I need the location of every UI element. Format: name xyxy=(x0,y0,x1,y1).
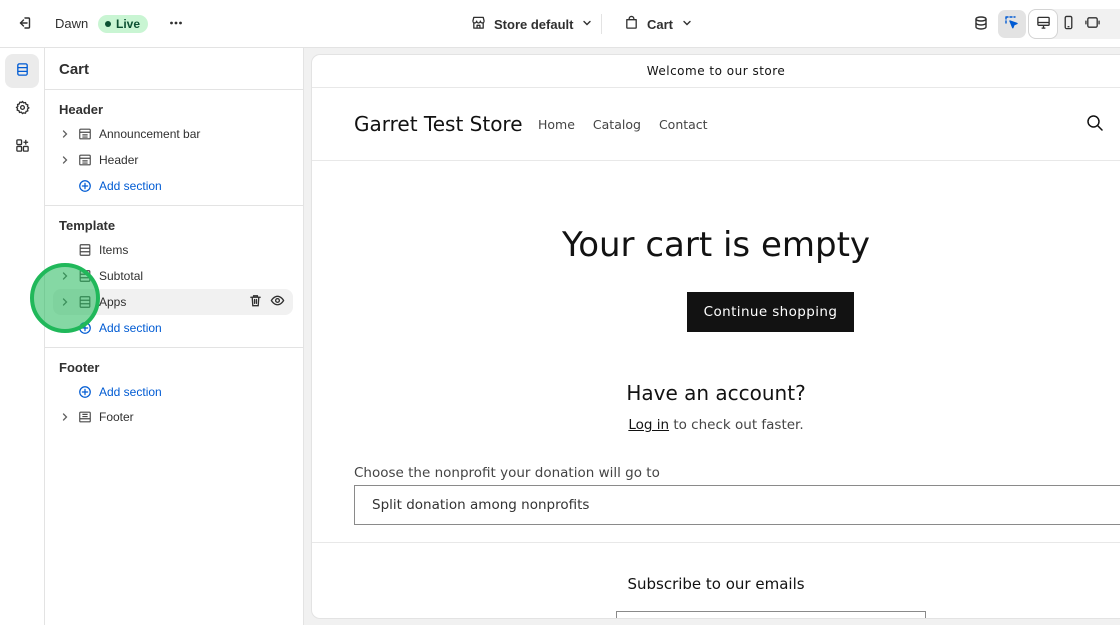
group-title-footer: Footer xyxy=(59,360,100,375)
items-section-icon xyxy=(77,242,93,258)
chevron-right-icon[interactable] xyxy=(53,122,77,146)
footer-section-icon xyxy=(77,409,93,425)
sections-sidebar: Cart Header Announcement bar Header Add … xyxy=(45,48,304,625)
store-icon xyxy=(471,15,486,33)
add-section-header[interactable]: Add section xyxy=(53,174,293,198)
fullwidth-view-button[interactable] xyxy=(1078,10,1106,38)
fullwidth-icon xyxy=(1084,15,1100,33)
store-nav: Home Catalog Contact xyxy=(538,117,708,132)
search-icon[interactable] xyxy=(1086,114,1104,135)
page-selector[interactable]: Cart xyxy=(624,14,693,34)
sections-tab[interactable] xyxy=(5,54,39,88)
chevron-down-icon xyxy=(681,17,693,32)
section-row-apps[interactable]: Apps xyxy=(53,289,293,315)
eye-icon[interactable] xyxy=(270,293,285,311)
sidebar-divider xyxy=(45,347,303,348)
nonprofit-select[interactable]: Split donation among nonprofits xyxy=(354,485,1120,525)
desktop-view-button[interactable] xyxy=(1029,10,1057,38)
login-suffix: to check out faster. xyxy=(669,417,804,433)
plus-circle-icon xyxy=(77,384,93,400)
section-row-header[interactable]: Header xyxy=(53,148,293,172)
section-label: Announcement bar xyxy=(99,127,201,141)
footer-divider xyxy=(312,542,1120,543)
mobile-icon xyxy=(1061,15,1076,33)
add-section-label: Add section xyxy=(99,179,162,193)
add-section-label: Add section xyxy=(99,321,162,335)
plus-circle-icon xyxy=(77,320,93,336)
ellipsis-icon xyxy=(168,15,184,34)
nav-contact[interactable]: Contact xyxy=(659,117,708,132)
chevron-right-icon[interactable] xyxy=(53,148,77,172)
theme-name: Dawn xyxy=(55,16,89,31)
subtotal-section-icon xyxy=(77,268,93,284)
app-embeds-tab[interactable] xyxy=(5,130,39,164)
exit-icon xyxy=(16,15,32,34)
editor-icon-rail xyxy=(0,48,45,625)
header-section-icon xyxy=(77,152,93,168)
group-title-header: Header xyxy=(59,102,104,117)
chevron-right-icon[interactable] xyxy=(53,264,77,288)
account-heading: Have an account? xyxy=(626,381,806,405)
page-selector-label: Cart xyxy=(647,16,674,32)
editor-topbar: Dawn Live Store default Cart xyxy=(0,0,1120,48)
section-label: Footer xyxy=(99,410,134,424)
chevron-right-icon[interactable] xyxy=(53,290,77,314)
store-selector-label: Store default xyxy=(494,16,574,32)
apps-section-icon xyxy=(77,294,93,310)
more-actions-button[interactable] xyxy=(162,10,190,38)
add-section-label: Add section xyxy=(99,385,162,399)
section-row-footer[interactable]: Footer xyxy=(53,405,293,429)
chevron-right-icon[interactable] xyxy=(53,405,77,429)
live-badge: Live xyxy=(98,15,149,33)
section-label: Header xyxy=(99,153,139,167)
announcement-bar-icon xyxy=(77,126,93,142)
row-actions xyxy=(248,293,285,311)
sections-icon xyxy=(15,62,30,80)
store-selector[interactable]: Store default xyxy=(471,14,593,34)
group-title-template: Template xyxy=(59,218,116,233)
newsletter-heading: Subscribe to our emails xyxy=(627,575,805,593)
exit-button[interactable] xyxy=(10,10,38,38)
gear-icon xyxy=(15,100,30,118)
page-title: Cart xyxy=(59,61,90,78)
storefront-preview: Welcome to our store Garret Test Store H… xyxy=(312,55,1120,618)
newsletter-email-input[interactable] xyxy=(616,611,926,618)
section-row-subtotal[interactable]: Subtotal xyxy=(53,264,293,288)
desktop-icon xyxy=(1036,15,1051,33)
theme-settings-tab[interactable] xyxy=(5,92,39,126)
apps-icon xyxy=(15,138,30,156)
inspector-button[interactable] xyxy=(998,10,1026,38)
add-section-template[interactable]: Add section xyxy=(53,316,293,340)
announcement-bar[interactable]: Welcome to our store xyxy=(312,55,1120,88)
continue-shopping-button[interactable]: Continue shopping xyxy=(687,292,854,332)
section-label: Subtotal xyxy=(99,269,144,283)
database-button[interactable] xyxy=(967,10,995,38)
nonprofit-select-value: Split donation among nonprofits xyxy=(372,497,590,513)
sidebar-divider xyxy=(45,205,303,206)
nonprofit-label: Choose the nonprofit your donation will … xyxy=(354,465,660,481)
cart-empty-heading: Your cart is empty xyxy=(561,225,871,265)
chevron-down-icon xyxy=(581,17,593,32)
database-icon xyxy=(973,15,989,34)
live-dot-icon xyxy=(105,21,111,27)
section-label: Items xyxy=(99,243,129,257)
live-label: Live xyxy=(116,17,141,31)
nav-home[interactable]: Home xyxy=(538,117,575,132)
store-header: Garret Test Store Home Catalog Contact xyxy=(312,88,1120,161)
trash-icon[interactable] xyxy=(248,293,263,311)
device-toggle-group xyxy=(1028,9,1120,39)
section-label: Apps xyxy=(99,295,127,309)
plus-circle-icon xyxy=(77,178,93,194)
shopping-bag-icon xyxy=(624,15,639,33)
section-row-announcement-bar[interactable]: Announcement bar xyxy=(53,122,293,146)
nav-catalog[interactable]: Catalog xyxy=(593,117,641,132)
add-section-footer[interactable]: Add section xyxy=(53,380,293,404)
sidebar-divider xyxy=(45,89,303,90)
login-link[interactable]: Log in xyxy=(628,417,669,433)
section-row-items[interactable]: Items xyxy=(53,238,293,262)
login-prompt: Log in to check out faster. xyxy=(312,417,1120,433)
topbar-divider xyxy=(601,14,602,34)
cursor-select-icon xyxy=(1004,15,1020,34)
store-logo-text[interactable]: Garret Test Store xyxy=(354,112,523,136)
